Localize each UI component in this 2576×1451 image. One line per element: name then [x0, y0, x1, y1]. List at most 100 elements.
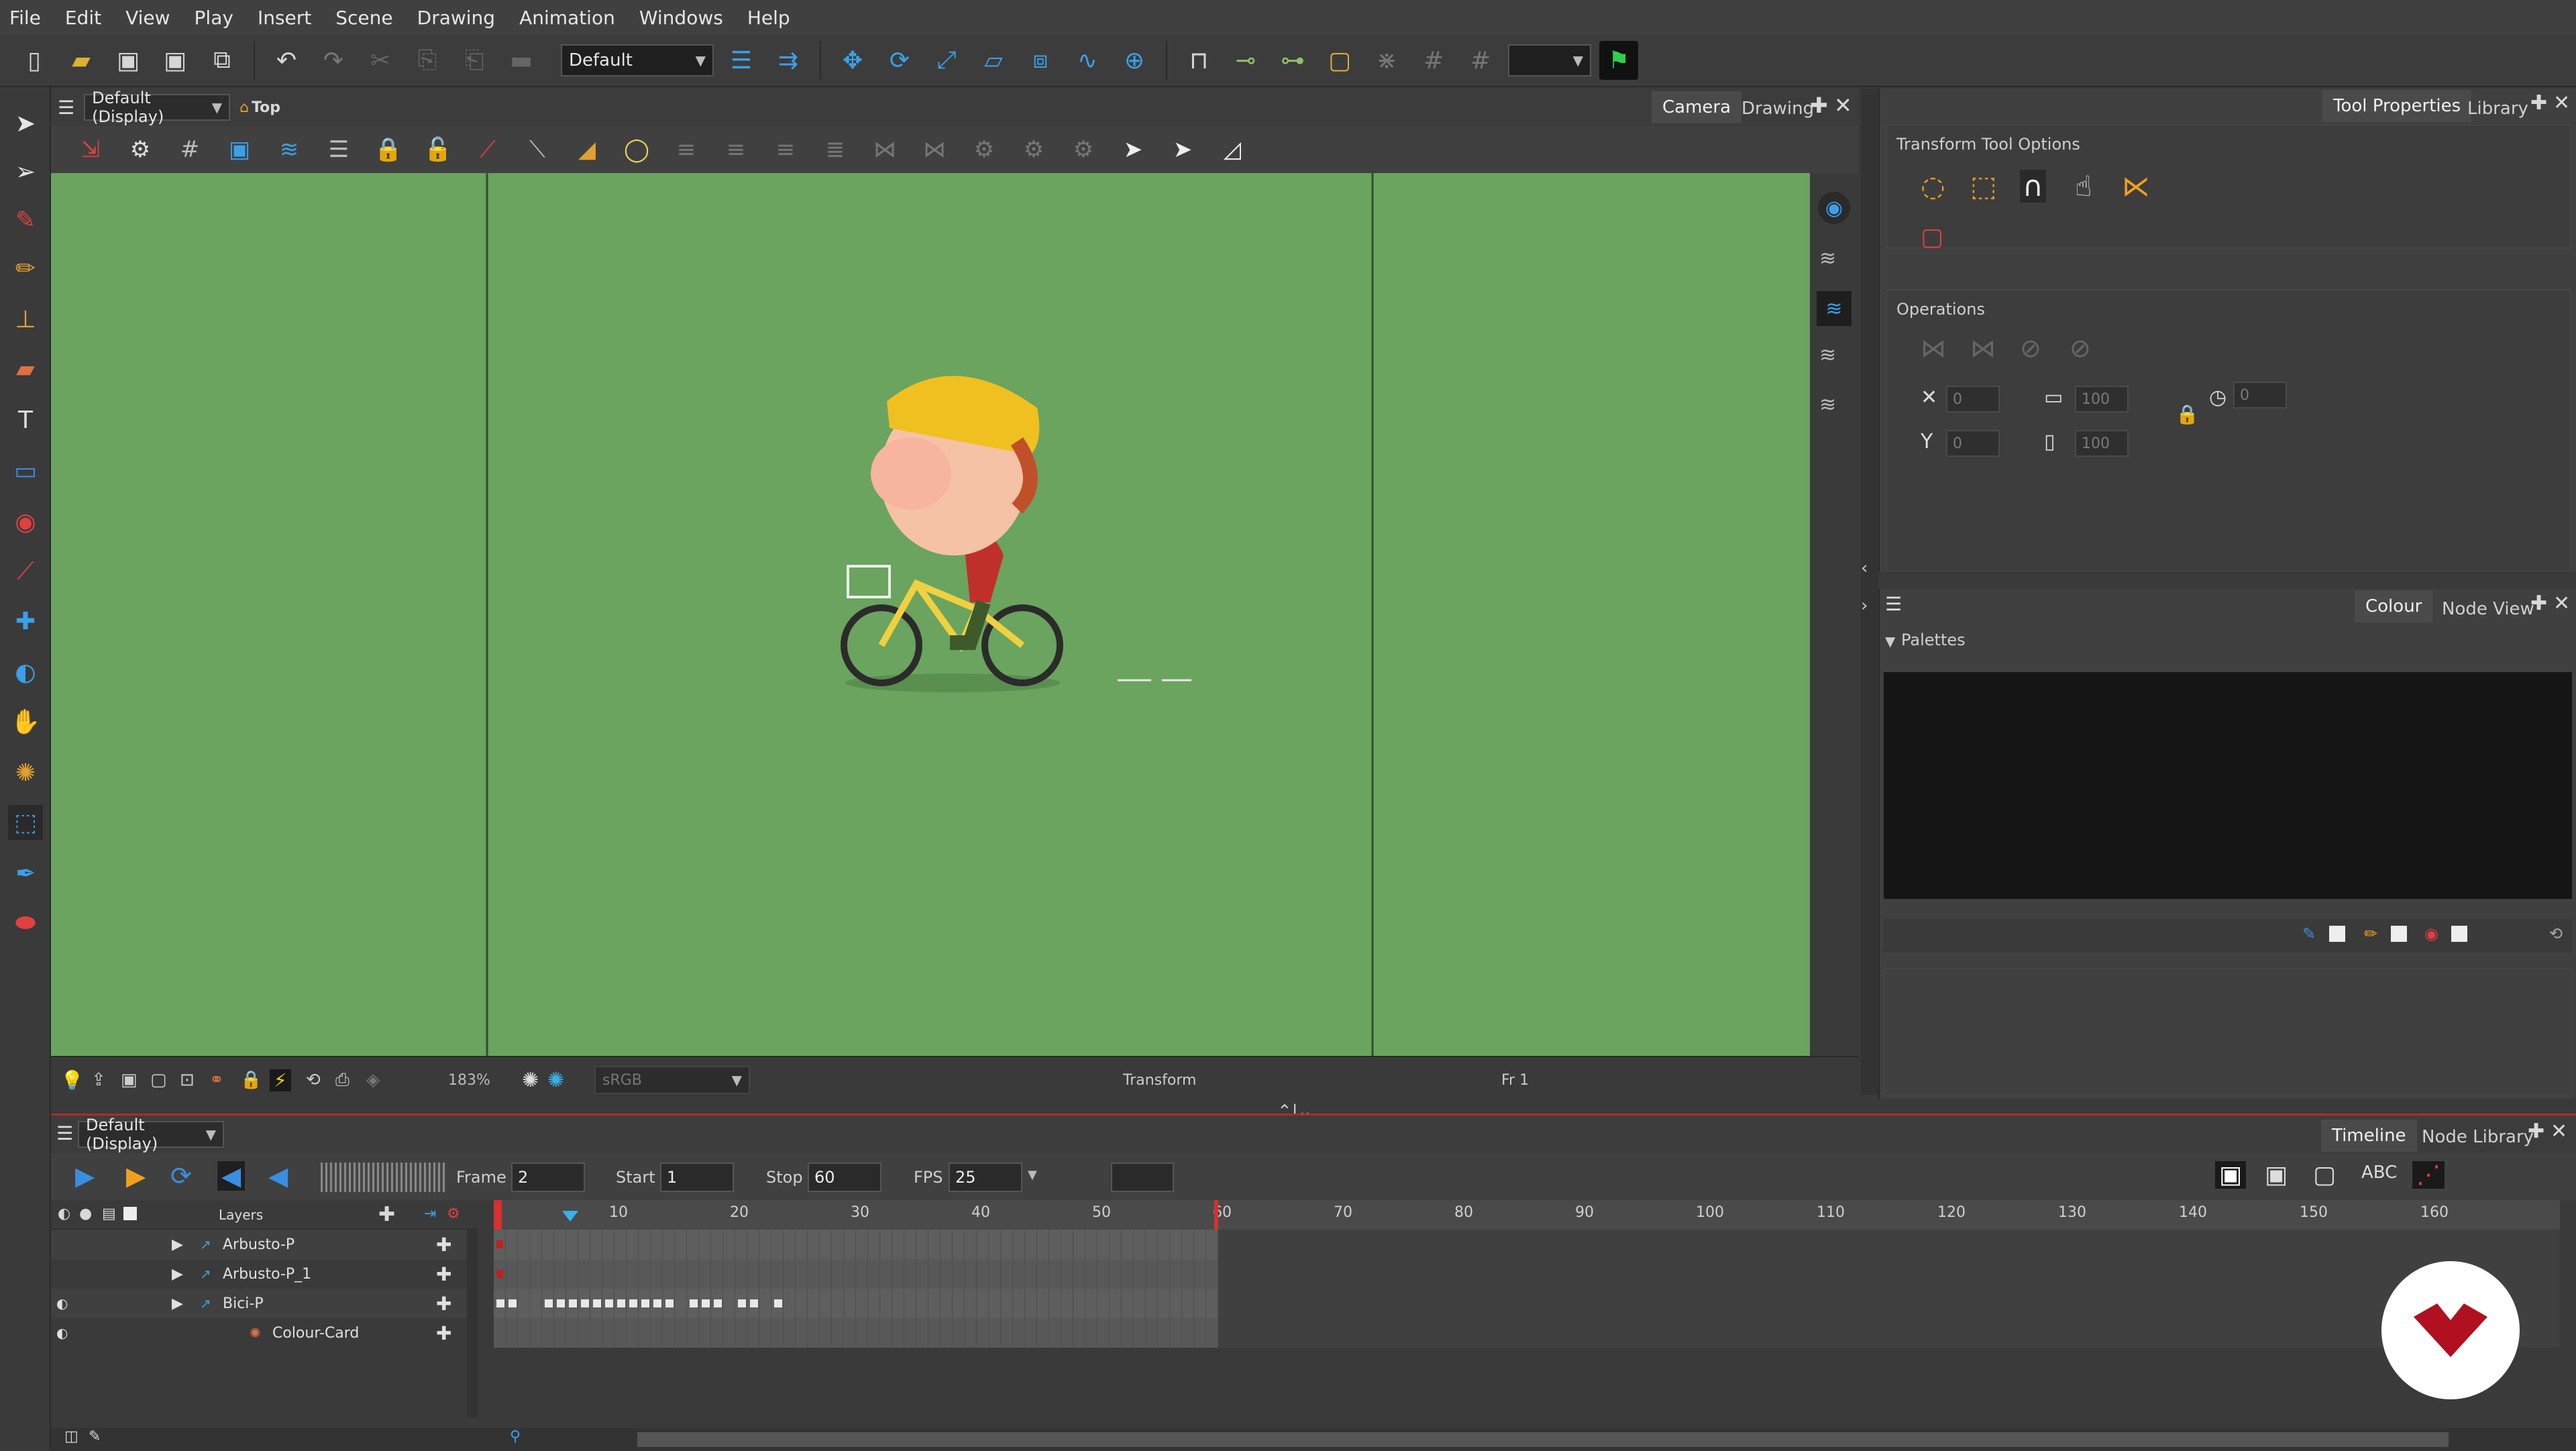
colour-picker-select[interactable]: ▼ [1508, 44, 1591, 76]
tab-node-library[interactable]: Node Library [2411, 1121, 2544, 1153]
frame-toggle-icon[interactable]: ▣ [121, 1070, 138, 1090]
drawing-exposure-mark[interactable] [665, 1299, 674, 1307]
hand-tool-icon[interactable]: ✋ [8, 704, 43, 739]
visibility-icon[interactable]: ◐ [56, 1295, 68, 1311]
stamp-tool-icon[interactable]: ⊥ [8, 302, 43, 337]
colour-swatch-area[interactable] [1884, 969, 2572, 1096]
chevron-down-icon[interactable]: ▼ [1885, 633, 1895, 649]
eraser-tool-icon[interactable]: ▰ [8, 352, 43, 386]
select-frame-icon[interactable]: ▢ [1320, 41, 1359, 80]
lock-toggle-icon[interactable]: ▤ [102, 1205, 116, 1222]
3d-rotate-icon[interactable]: ⊕ [1115, 41, 1154, 80]
panel-menu-icon[interactable]: ☰ [56, 1122, 73, 1144]
visibility-icon[interactable]: ◐ [56, 1325, 68, 1341]
layer-row[interactable]: ◐ ▶ ↗ Bici-P ✚ [51, 1289, 467, 1318]
onion-icon[interactable]: ⚭ [209, 1070, 224, 1090]
cells-row[interactable] [494, 1259, 1218, 1289]
shade-icon[interactable]: ◢ [568, 130, 606, 169]
playback-speed-slider[interactable] [321, 1163, 447, 1192]
cells-area[interactable] [494, 1230, 1218, 1348]
copy-icon[interactable]: ⎘ [408, 41, 447, 80]
play-icon[interactable]: ▶ [75, 1161, 95, 1191]
drawing-exposure-mark[interactable] [496, 1299, 504, 1307]
keyframe[interactable] [496, 1270, 503, 1278]
workspace-manager-icon[interactable]: ☰ [722, 41, 761, 80]
loop-icon[interactable]: ⟳ [170, 1161, 192, 1191]
camera-stage[interactable] [51, 173, 1810, 1056]
colour-space-select[interactable]: sRGB ▼ [594, 1066, 750, 1094]
swatch-white[interactable] [2391, 926, 2407, 942]
collapse-right-icon[interactable]: › [1861, 596, 1868, 616]
skew-icon[interactable]: ▱ [974, 41, 1013, 80]
tab-camera[interactable]: Camera [1652, 91, 1742, 123]
lock-icon[interactable]: 🔒 [369, 130, 408, 169]
menu-insert[interactable]: Insert [258, 7, 311, 29]
undo-icon[interactable]: ↶ [267, 41, 306, 80]
workspace-save-icon[interactable]: ⇉ [769, 41, 808, 80]
drawing-exposure-mark[interactable] [690, 1299, 698, 1307]
settings-icon[interactable]: ⚙ [121, 130, 160, 169]
playhead[interactable] [494, 1200, 502, 1230]
add-tab-icon[interactable]: ✚ [1810, 93, 1828, 118]
add-tab-icon[interactable]: ✚ [2528, 1120, 2544, 1143]
add-layer-icon[interactable]: ✚ [436, 1293, 451, 1315]
layer-toggle-icon[interactable]: ⇪ [91, 1070, 106, 1090]
morph-tool-icon[interactable]: ◐ [8, 655, 43, 690]
drawing-exposure-mark[interactable] [605, 1299, 613, 1307]
sound-scrub-icon[interactable]: ◀ [268, 1161, 288, 1191]
smooth-tool-icon[interactable]: ⬬ [8, 906, 43, 941]
timeline-option-select[interactable] [1111, 1163, 1174, 1192]
palette-list[interactable] [1884, 672, 2572, 899]
show-frame-icon[interactable]: ▣ [2265, 1161, 2288, 1189]
rigging-tool-icon[interactable]: ✺ [8, 755, 43, 790]
show-keyframe-icon[interactable]: ⋰ [2412, 1161, 2445, 1189]
paste-icon[interactable]: ⎗ [455, 41, 494, 80]
link-icon[interactable]: ⟲ [2549, 924, 2563, 943]
shape-tool-icon[interactable]: ▭ [8, 453, 43, 488]
import-icon[interactable]: ⧉ [203, 41, 241, 80]
render-flag-icon[interactable]: ⚑ [1599, 41, 1638, 80]
fps-field[interactable]: 25 [949, 1163, 1022, 1192]
layer-icon[interactable]: ≡ [716, 130, 755, 169]
lightbulb-icon[interactable]: ◯ [617, 130, 656, 169]
add-peg-icon[interactable]: ⇥ [424, 1205, 436, 1222]
paint-swatch-icon[interactable]: ◉ [2424, 924, 2438, 943]
collapse-left-icon[interactable]: ‹ [1861, 558, 1868, 578]
drawing-exposure-mark[interactable] [557, 1299, 565, 1307]
marquee-icon[interactable]: ⬚ [1970, 170, 1997, 203]
height-field[interactable]: 100 [2075, 430, 2129, 457]
start-field[interactable]: 1 [660, 1163, 734, 1192]
ruler-icon[interactable]: ⟍ [518, 130, 557, 169]
lock-ratio-icon[interactable]: 🔒 [2176, 403, 2199, 425]
drawing-exposure-mark[interactable] [641, 1299, 649, 1307]
snap-magnet-icon[interactable]: ∩ [2020, 170, 2046, 203]
layer-row[interactable]: ◐ ✺ Colour-Card ✚ [51, 1318, 467, 1348]
layers-icon[interactable]: ≋ [1819, 247, 1836, 270]
expand-icon[interactable]: ▶ [172, 1266, 183, 1283]
drawing-exposure-mark[interactable] [774, 1299, 782, 1307]
reset-view-icon[interactable]: ⇲ [71, 130, 110, 169]
onion-skin-advanced-icon[interactable]: ⊶ [1273, 41, 1312, 80]
menu-play[interactable]: Play [195, 7, 233, 29]
timeline-scrollbar[interactable]: ◫ ✎ ⚲ [51, 1428, 2576, 1451]
drawing-exposure-mark[interactable] [653, 1299, 661, 1307]
menu-file[interactable]: File [9, 7, 41, 29]
open-folder-icon[interactable]: ▰ [62, 41, 101, 80]
select-tool-icon[interactable]: ➤ [8, 106, 43, 141]
swatch-white[interactable] [2451, 926, 2467, 942]
pencil-swatch-icon[interactable]: ✎ [2302, 924, 2316, 943]
translate-icon[interactable]: ✥ [833, 41, 872, 80]
expand-icon[interactable]: ▶ [172, 1236, 183, 1253]
layers-scrollbar[interactable] [467, 1230, 478, 1417]
camera-icon[interactable]: ⎙ [335, 1070, 350, 1091]
lightning-icon[interactable]: ⚡ [270, 1069, 291, 1091]
grid-icon[interactable]: # [1414, 41, 1453, 80]
safe-area-icon[interactable]: ▣ [220, 130, 259, 169]
drawing-exposure-mark[interactable] [581, 1299, 589, 1307]
close-icon[interactable]: ✕ [2553, 91, 2570, 115]
layer-row[interactable]: ▶ ↗ Arbusto-P ✚ [51, 1230, 467, 1259]
redo-icon[interactable]: ↷ [314, 41, 353, 80]
zoom-level[interactable]: 183% [448, 1072, 490, 1089]
scale-icon[interactable]: ⤢ [927, 41, 966, 80]
angle-field[interactable]: 0 [2233, 382, 2287, 409]
